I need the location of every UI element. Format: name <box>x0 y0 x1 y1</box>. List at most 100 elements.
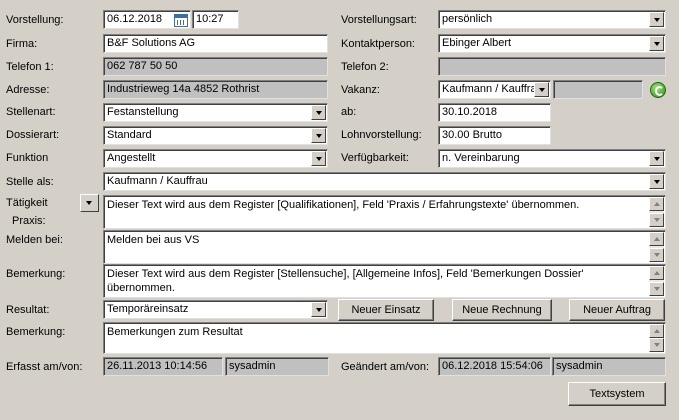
chevron-down-icon[interactable] <box>311 105 326 120</box>
vakanz-value: Kaufmann / Kauffra <box>442 83 537 95</box>
neuer-einsatz-button[interactable]: Neuer Einsatz <box>338 299 434 321</box>
label-taetigkeit: Tätigkeit <box>6 197 48 209</box>
lohnvorstellung-value: 30.00 Brutto <box>442 129 502 141</box>
bemerkung-resultat-memo[interactable]: Bemerkungen zum Resultat <box>103 322 666 354</box>
verfuegbarkeit-select[interactable]: n. Vereinbarung <box>438 149 666 168</box>
melden-bei-scrollbar[interactable] <box>649 232 664 262</box>
label-stelle-als: Stelle als: <box>6 176 54 188</box>
label-geaendert: Geändert am/von: <box>341 361 430 373</box>
label-kontaktperson: Kontaktperson: <box>341 38 415 50</box>
label-firma: Firma: <box>6 38 38 50</box>
funktion-value: Angestellt <box>107 152 156 164</box>
chevron-down-icon[interactable] <box>311 128 326 143</box>
melden-bei-memo[interactable]: Melden bei aus VS <box>103 230 666 264</box>
stellenart-select[interactable]: Festanstellung <box>103 103 328 122</box>
telefon2-field <box>438 57 666 76</box>
lohnvorstellung-field[interactable]: 30.00 Brutto <box>438 126 551 145</box>
vorstellung-date-field[interactable]: 06.12.2018 <box>103 10 191 29</box>
taetigkeit-text: Dieser Text wird aus dem Register [Quali… <box>107 199 580 211</box>
chevron-down-icon[interactable] <box>649 174 664 189</box>
geaendert-von-value: sysadmin <box>556 360 603 372</box>
neue-rechnung-button[interactable]: Neue Rechnung <box>452 299 552 321</box>
vorstellung-date-value: 06.12.2018 <box>107 13 163 25</box>
label-lohnvorstellung: Lohnvorstellung: <box>341 129 422 141</box>
stelle-als-select[interactable]: Kaufmann / Kauffrau <box>103 172 666 191</box>
label-vorstellung: Vorstellung: <box>6 14 64 26</box>
bemerkung-scrollbar[interactable] <box>649 266 664 296</box>
stelle-als-value: Kaufmann / Kauffrau <box>107 175 208 187</box>
funktion-select[interactable]: Angestellt <box>103 149 328 168</box>
geaendert-von-field: sysadmin <box>552 357 666 376</box>
bemerkung-resultat-text: Bemerkungen zum Resultat <box>107 326 243 338</box>
label-vorstellungsart: Vorstellungsart: <box>341 14 417 26</box>
scroll-down-icon[interactable] <box>649 213 664 227</box>
label-adresse: Adresse: <box>6 84 50 96</box>
scroll-down-icon[interactable] <box>649 338 664 352</box>
firma-value: B&F Solutions AG <box>107 37 196 49</box>
resultat-value: Temporäreinsatz <box>107 303 189 315</box>
refresh-icon <box>650 82 666 98</box>
bemerkung-memo[interactable]: Dieser Text wird aus dem Register [Stell… <box>103 264 666 298</box>
chevron-down-icon <box>86 201 92 205</box>
ab-value: 30.10.2018 <box>442 106 498 118</box>
chevron-down-icon[interactable] <box>649 12 664 27</box>
scroll-up-icon[interactable] <box>649 324 664 338</box>
erfasst-von-field: sysadmin <box>225 357 329 376</box>
scroll-down-icon[interactable] <box>649 282 664 296</box>
telefon1-field: 062 787 50 50 <box>103 57 328 76</box>
calendar-icon[interactable] <box>174 14 188 27</box>
dossierart-value: Standard <box>107 129 152 141</box>
label-stellenart: Stellenart: <box>6 106 56 118</box>
label-melden-bei: Melden bei: <box>6 234 63 246</box>
chevron-down-icon[interactable] <box>649 36 664 51</box>
label-bemerkung-resultat: Bemerkung: <box>6 326 66 338</box>
bemerkung-resultat-scrollbar[interactable] <box>649 324 664 352</box>
dossierart-select[interactable]: Standard <box>103 126 328 145</box>
vakanz-detail-field <box>553 80 643 99</box>
chevron-down-icon[interactable] <box>311 302 326 317</box>
vakanz-select[interactable]: Kaufmann / Kauffra <box>438 80 551 99</box>
scroll-up-icon[interactable] <box>649 266 664 280</box>
label-verfuegbarkeit: Verfügbarkeit: <box>341 152 409 164</box>
firma-field[interactable]: B&F Solutions AG <box>103 34 328 53</box>
label-praxis: Praxis: <box>12 215 46 227</box>
melden-bei-text: Melden bei aus VS <box>107 234 200 246</box>
label-ab: ab: <box>341 106 357 118</box>
chevron-down-icon[interactable] <box>534 82 549 97</box>
refresh-button[interactable] <box>648 80 668 100</box>
label-erfasst: Erfasst am/von: <box>6 361 83 373</box>
geaendert-am-field: 06.12.2018 15:54:06 <box>438 357 551 376</box>
scroll-up-icon[interactable] <box>649 232 664 246</box>
label-bemerkung: Bemerkung: <box>6 268 66 280</box>
chevron-down-icon[interactable] <box>649 151 664 166</box>
erfasst-am-value: 26.11.2013 10:14:56 <box>107 360 208 372</box>
telefon1-value: 062 787 50 50 <box>107 60 178 72</box>
bemerkung-text: Dieser Text wird aus dem Register [Stell… <box>107 268 584 294</box>
scroll-down-icon[interactable] <box>649 248 664 262</box>
geaendert-am-value: 06.12.2018 15:54:06 <box>442 360 543 372</box>
textsystem-button[interactable]: Textsystem <box>568 382 666 406</box>
vorstellungsart-value: persönlich <box>442 13 493 25</box>
vorstellung-time-field[interactable]: 10:27 <box>192 10 239 29</box>
adresse-value: Industrieweg 14a 4852 Rothrist <box>107 83 260 95</box>
taetigkeit-dropdown-button[interactable] <box>80 194 99 212</box>
chevron-down-icon[interactable] <box>311 151 326 166</box>
erfasst-von-value: sysadmin <box>229 360 276 372</box>
scroll-up-icon[interactable] <box>649 197 664 211</box>
vorstellungsart-select[interactable]: persönlich <box>438 10 666 29</box>
resultat-select[interactable]: Temporäreinsatz <box>103 300 328 319</box>
erfasst-am-field: 26.11.2013 10:14:56 <box>103 357 223 376</box>
verfuegbarkeit-value: n. Vereinbarung <box>442 152 520 164</box>
label-funktion: Funktion <box>6 152 49 164</box>
neuer-auftrag-button[interactable]: Neuer Auftrag <box>569 299 665 321</box>
label-vakanz: Vakanz: <box>341 84 380 96</box>
stellenart-value: Festanstellung <box>107 106 179 118</box>
adresse-field: Industrieweg 14a 4852 Rothrist <box>103 80 328 99</box>
taetigkeit-scrollbar[interactable] <box>649 197 664 227</box>
ab-field[interactable]: 30.10.2018 <box>438 103 551 122</box>
vorstellung-time-value: 10:27 <box>196 13 224 25</box>
kontaktperson-select[interactable]: Ebinger Albert <box>438 34 666 53</box>
label-dossierart: Dossierart: <box>6 129 60 141</box>
kontaktperson-value: Ebinger Albert <box>442 37 512 49</box>
taetigkeit-memo[interactable]: Dieser Text wird aus dem Register [Quali… <box>103 195 666 229</box>
